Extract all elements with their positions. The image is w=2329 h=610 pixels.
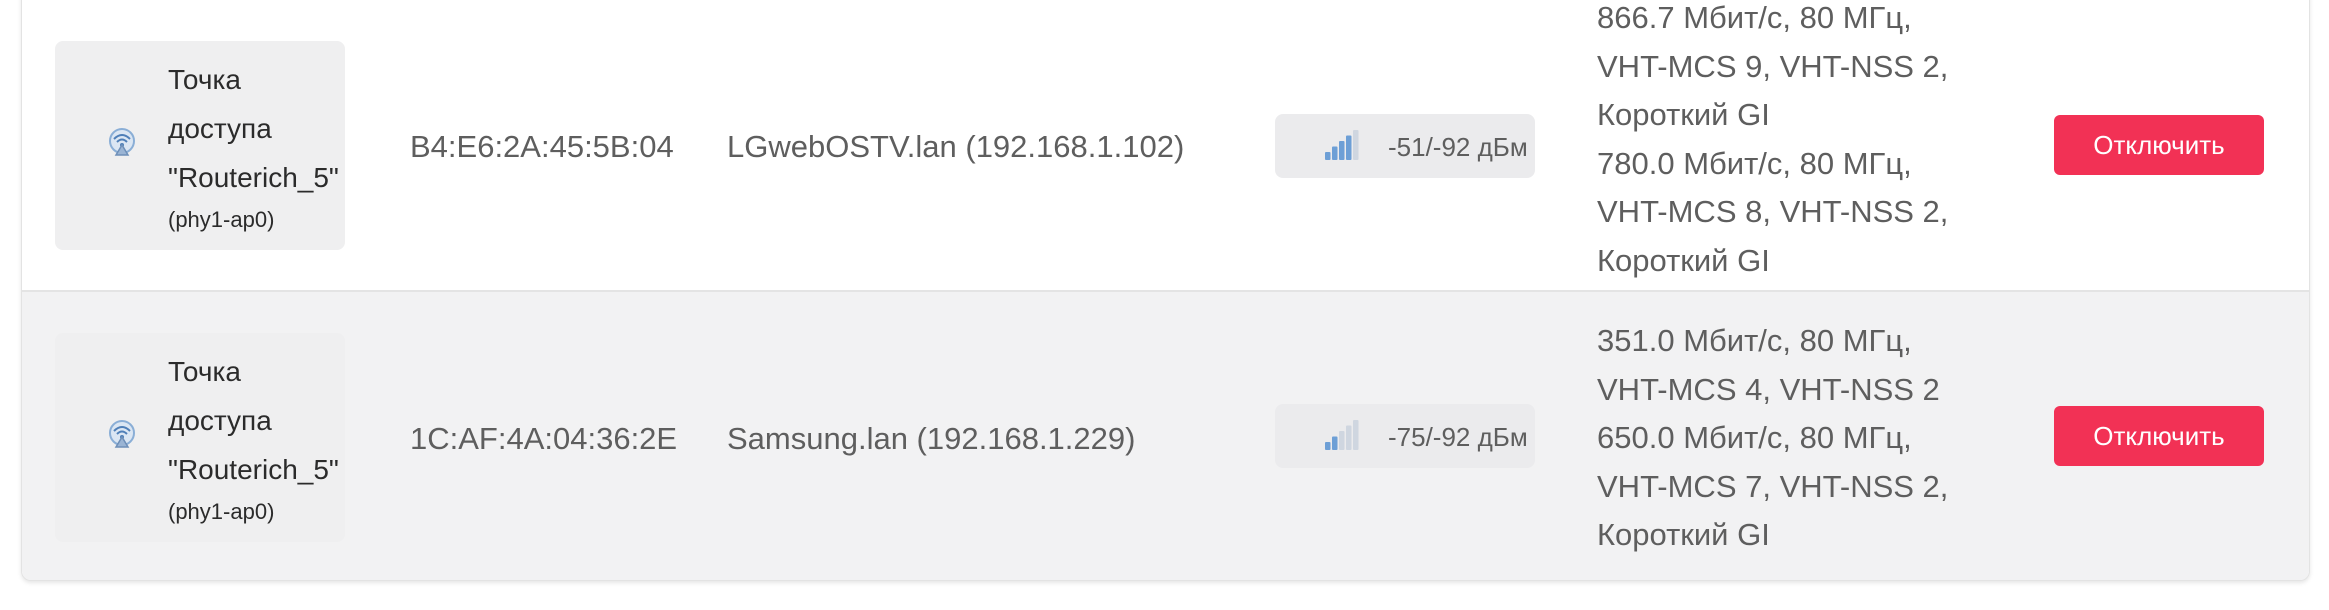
interface-name: Точка доступа "Routerich_5" (168, 64, 339, 193)
signal-bar (1339, 431, 1345, 450)
mac-address: B4:E6:2A:45:5B:04 (410, 129, 674, 164)
signal-bar (1346, 425, 1352, 450)
signal-badge: -51/-92 дБм (1275, 114, 1535, 178)
tx-rate-line: Короткий GI (1597, 517, 1770, 552)
rx-rate-line: 351.0 Мбит/с, 80 МГц, (1597, 323, 1912, 358)
mac-address: 1C:AF:4A:04:36:2E (410, 421, 678, 456)
interface-badge: Точка доступа "Routerich_5" (phy1-ap0) (55, 41, 345, 250)
tx-rate-line: VHT-MCS 8, VHT-NSS 2, (1597, 194, 1949, 229)
tx-rate-line: VHT-MCS 7, VHT-NSS 2, (1597, 468, 1949, 504)
signal-value: -51/-92 дБм (1388, 132, 1528, 162)
interface-device: (phy1-ap0) (168, 207, 275, 232)
tx-rate-line: Короткий GI (1597, 242, 1770, 278)
signal-badge: -75/-92 дБм (1275, 404, 1535, 468)
wifi-access-point-icon (109, 420, 135, 448)
signal-bar (1332, 146, 1338, 160)
wifi-access-point-icon (109, 128, 135, 156)
signal-bar (1325, 152, 1331, 160)
signal-bar (1339, 141, 1345, 160)
signal-strength-icon (1325, 420, 1359, 450)
interface-name: Точка доступа "Routerich_5" (168, 356, 339, 485)
interface-badge: Точка доступа "Routerich_5" (phy1-ap0) (55, 333, 345, 542)
signal-bar (1353, 130, 1359, 160)
interface-device: (phy1-ap0) (168, 499, 275, 524)
tx-rate-line: 650.0 Мбит/с, 80 МГц, (1597, 420, 1912, 455)
signal-strength-icon (1325, 130, 1359, 160)
signal-bar (1346, 135, 1352, 160)
rate-info: 351.0 Мбит/с, 80 МГц, VHT-MCS 4, VHT-NSS … (1597, 317, 1997, 560)
rx-rate-line: VHT-MCS 4, VHT-NSS 2 (1597, 371, 1940, 407)
table-row: Точка доступа "Routerich_5" (phy1-ap0) B… (22, 0, 2309, 292)
signal-bar (1353, 420, 1359, 450)
disconnect-button[interactable]: Отключить (2054, 406, 2264, 466)
rx-rate-line: Короткий GI (1597, 97, 1770, 132)
rx-rate-line: VHT-MCS 9, VHT-NSS 2, (1597, 48, 1949, 84)
table-row: Точка доступа "Routerich_5" (phy1-ap0) 1… (22, 292, 2309, 580)
hostname: LGwebOSTV.lan (192.168.1.102) (727, 129, 1185, 164)
hostname: Samsung.lan (192.168.1.229) (727, 421, 1136, 456)
associated-stations-table: Точка доступа "Routerich_5" (phy1-ap0) B… (21, 0, 2310, 581)
rate-info: 866.7 Мбит/с, 80 МГц, VHT-MCS 9, VHT-NSS … (1597, 0, 1997, 285)
disconnect-button[interactable]: Отключить (2054, 115, 2264, 175)
tx-rate-line: 780.0 Мбит/с, 80 МГц, (1597, 145, 1912, 181)
signal-bar (1332, 436, 1338, 450)
signal-bar (1325, 442, 1331, 450)
signal-value: -75/-92 дБм (1388, 422, 1528, 452)
rx-rate-line: 866.7 Мбит/с, 80 МГц, (1597, 0, 1912, 35)
